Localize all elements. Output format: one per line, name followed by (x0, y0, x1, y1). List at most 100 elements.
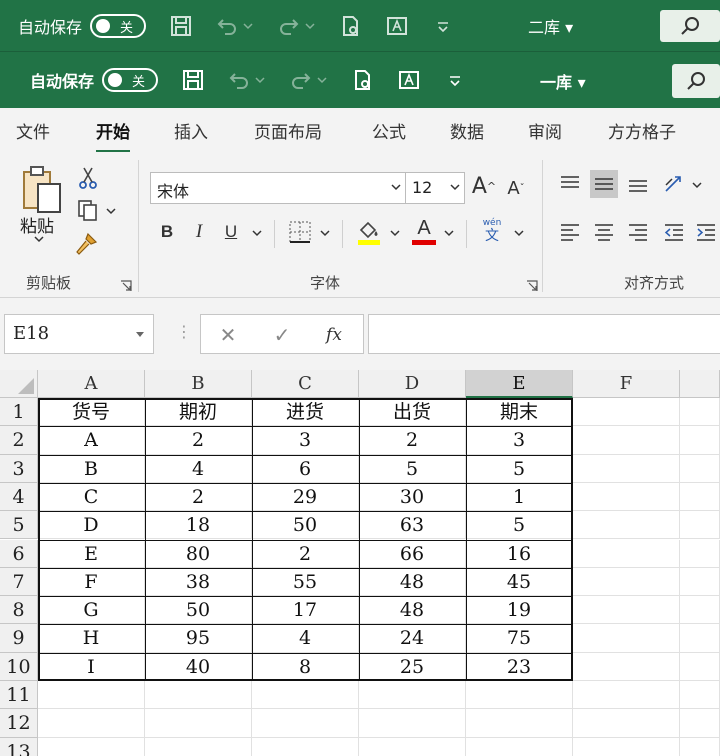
search-button[interactable] (672, 64, 720, 98)
cell-empty[interactable] (680, 426, 720, 455)
cell-empty[interactable] (680, 539, 720, 568)
cell-d1[interactable]: 出货 (359, 398, 466, 427)
paste-icon[interactable] (22, 164, 62, 214)
cell-empty[interactable] (573, 709, 680, 738)
column-header-b[interactable]: B (145, 370, 252, 398)
document-name[interactable]: 一库 ▾ (540, 69, 586, 93)
italic-button[interactable]: I (188, 218, 210, 246)
column-header-c[interactable]: C (252, 370, 359, 398)
cell-c8[interactable]: 17 (252, 596, 359, 625)
chevron-down-icon[interactable] (692, 180, 702, 190)
align-top-button[interactable] (556, 170, 584, 198)
cell-c7[interactable]: 55 (252, 567, 359, 597)
cell-c2[interactable]: 3 (252, 426, 359, 455)
align-right-button[interactable] (624, 218, 652, 246)
cancel-icon[interactable]: ✕ (217, 323, 239, 347)
cell-c3[interactable]: 6 (252, 454, 359, 483)
cell-empty[interactable] (680, 624, 720, 653)
cell-e2[interactable]: 3 (466, 426, 573, 455)
column-header-e[interactable]: E (466, 370, 573, 398)
chevron-down-icon[interactable] (390, 228, 400, 238)
cell-empty[interactable] (573, 737, 680, 756)
cell-e7[interactable]: 45 (466, 567, 573, 597)
select-all-corner[interactable] (0, 370, 38, 398)
print-preview-icon[interactable] (352, 69, 374, 91)
increase-indent-button[interactable] (692, 218, 720, 246)
cell-c10[interactable]: 8 (252, 652, 359, 681)
cell-empty[interactable] (680, 511, 720, 540)
cell-b7[interactable]: 38 (145, 567, 252, 597)
column-header-overflow[interactable] (680, 370, 720, 398)
customize-toolbar-icon[interactable] (432, 15, 454, 37)
tab-review[interactable]: 审阅 (528, 118, 562, 143)
text-box-icon[interactable] (386, 15, 408, 37)
cell-d7[interactable]: 48 (359, 567, 466, 597)
cell-d2[interactable]: 2 (359, 426, 466, 455)
align-left-button[interactable] (556, 218, 584, 246)
cell-empty[interactable] (466, 737, 573, 756)
cell-c6[interactable]: 2 (252, 539, 359, 568)
phonetic-guide-button[interactable]: wén 文 (480, 218, 504, 248)
tab-home[interactable]: 开始 (96, 118, 130, 153)
cell-empty[interactable] (38, 709, 145, 738)
chevron-down-icon[interactable] (316, 69, 328, 91)
cell-b1[interactable]: 期初 (145, 398, 252, 427)
chevron-down-icon[interactable] (106, 206, 116, 216)
cell-c5[interactable]: 50 (252, 511, 359, 540)
undo-icon[interactable] (216, 15, 238, 37)
cell-d5[interactable]: 63 (359, 511, 466, 540)
name-box[interactable]: E18 (4, 314, 154, 354)
cell-d9[interactable]: 24 (359, 624, 466, 653)
tab-formulas[interactable]: 公式 (372, 118, 406, 143)
cell-a1[interactable]: 货号 (38, 398, 145, 427)
autosave-toggle[interactable]: 关 (102, 68, 159, 92)
row-header-4[interactable]: 4 (0, 482, 38, 512)
align-center-button[interactable] (590, 218, 618, 246)
row-header-2[interactable]: 2 (0, 426, 38, 455)
cell-e9[interactable]: 75 (466, 624, 573, 653)
cell-empty[interactable] (573, 624, 680, 653)
row-header-5[interactable]: 5 (0, 511, 38, 540)
cell-empty[interactable] (466, 681, 573, 710)
cell-empty[interactable] (573, 539, 680, 568)
undo-icon[interactable] (228, 69, 250, 91)
tab-insert[interactable]: 插入 (174, 118, 208, 143)
cell-c1[interactable]: 进货 (252, 398, 359, 427)
chevron-down-icon[interactable] (320, 228, 330, 238)
shrink-font-button[interactable]: Aˇ (504, 174, 528, 202)
font-color-label[interactable]: A (412, 216, 436, 240)
cell-empty[interactable] (38, 681, 145, 710)
chevron-down-icon[interactable] (252, 228, 262, 238)
row-header-1[interactable]: 1 (0, 398, 38, 427)
insert-function-button[interactable]: fx (323, 324, 345, 346)
cell-e8[interactable]: 19 (466, 596, 573, 625)
font-size-select[interactable]: 12 (405, 172, 465, 204)
save-icon[interactable] (170, 15, 192, 37)
cell-empty[interactable] (680, 652, 720, 681)
cell-a10[interactable]: I (38, 652, 145, 681)
cell-empty[interactable] (573, 398, 680, 427)
cell-d8[interactable]: 48 (359, 596, 466, 625)
cell-empty[interactable] (573, 567, 680, 597)
cell-c9[interactable]: 4 (252, 624, 359, 653)
customize-toolbar-icon[interactable] (444, 69, 466, 91)
underline-button[interactable]: U (220, 218, 242, 246)
cell-d6[interactable]: 66 (359, 539, 466, 568)
cell-empty[interactable] (359, 737, 466, 756)
cell-empty[interactable] (680, 567, 720, 597)
format-painter-icon[interactable] (74, 232, 98, 256)
row-header-11[interactable]: 11 (0, 681, 38, 710)
row-header-9[interactable]: 9 (0, 624, 38, 653)
row-header-3[interactable]: 3 (0, 454, 38, 483)
cut-icon[interactable] (76, 166, 100, 190)
tab-page-layout[interactable]: 页面布局 (254, 118, 322, 143)
row-header-12[interactable]: 12 (0, 709, 38, 738)
column-header-d[interactable]: D (359, 370, 466, 398)
cell-empty[interactable] (680, 454, 720, 483)
cell-a6[interactable]: E (38, 539, 145, 568)
cell-a9[interactable]: H (38, 624, 145, 653)
cell-empty[interactable] (252, 737, 359, 756)
cell-c4[interactable]: 29 (252, 482, 359, 512)
dialog-launcher-icon[interactable] (526, 280, 538, 292)
cell-b2[interactable]: 2 (145, 426, 252, 455)
